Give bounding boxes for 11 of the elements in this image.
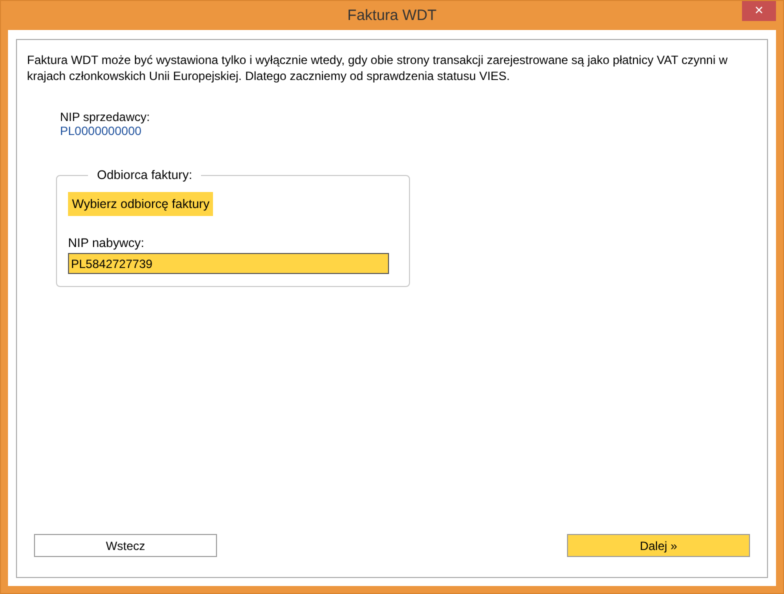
next-button[interactable]: Dalej » — [567, 534, 750, 557]
buyer-nip-label: NIP nabywcy: — [68, 236, 146, 250]
choose-recipient-button[interactable]: Wybierz odbiorcę faktury — [68, 192, 214, 216]
window-title: Faktura WDT — [347, 7, 437, 24]
seller-nip-value: PL0000000000 — [60, 124, 142, 138]
close-button[interactable]: × — [742, 1, 776, 21]
buyer-nip-field[interactable]: PL5842727739 — [68, 253, 389, 274]
intro-text: Faktura WDT może być wystawiona tylko i wyłącznie wtedy, gdy obie strony transakcji zarejestrowane są jako płatnicy VAT czynni w krajach członkowskich Unii Europejskiej. Dlatego zaczniemy od sprawdzenia statusu VIES. — [27, 52, 728, 84]
back-button[interactable]: Wstecz — [34, 534, 217, 557]
seller-nip-label: NIP sprzedawcy: — [60, 110, 150, 124]
group-legend: Odbiorca faktury: — [88, 168, 202, 182]
